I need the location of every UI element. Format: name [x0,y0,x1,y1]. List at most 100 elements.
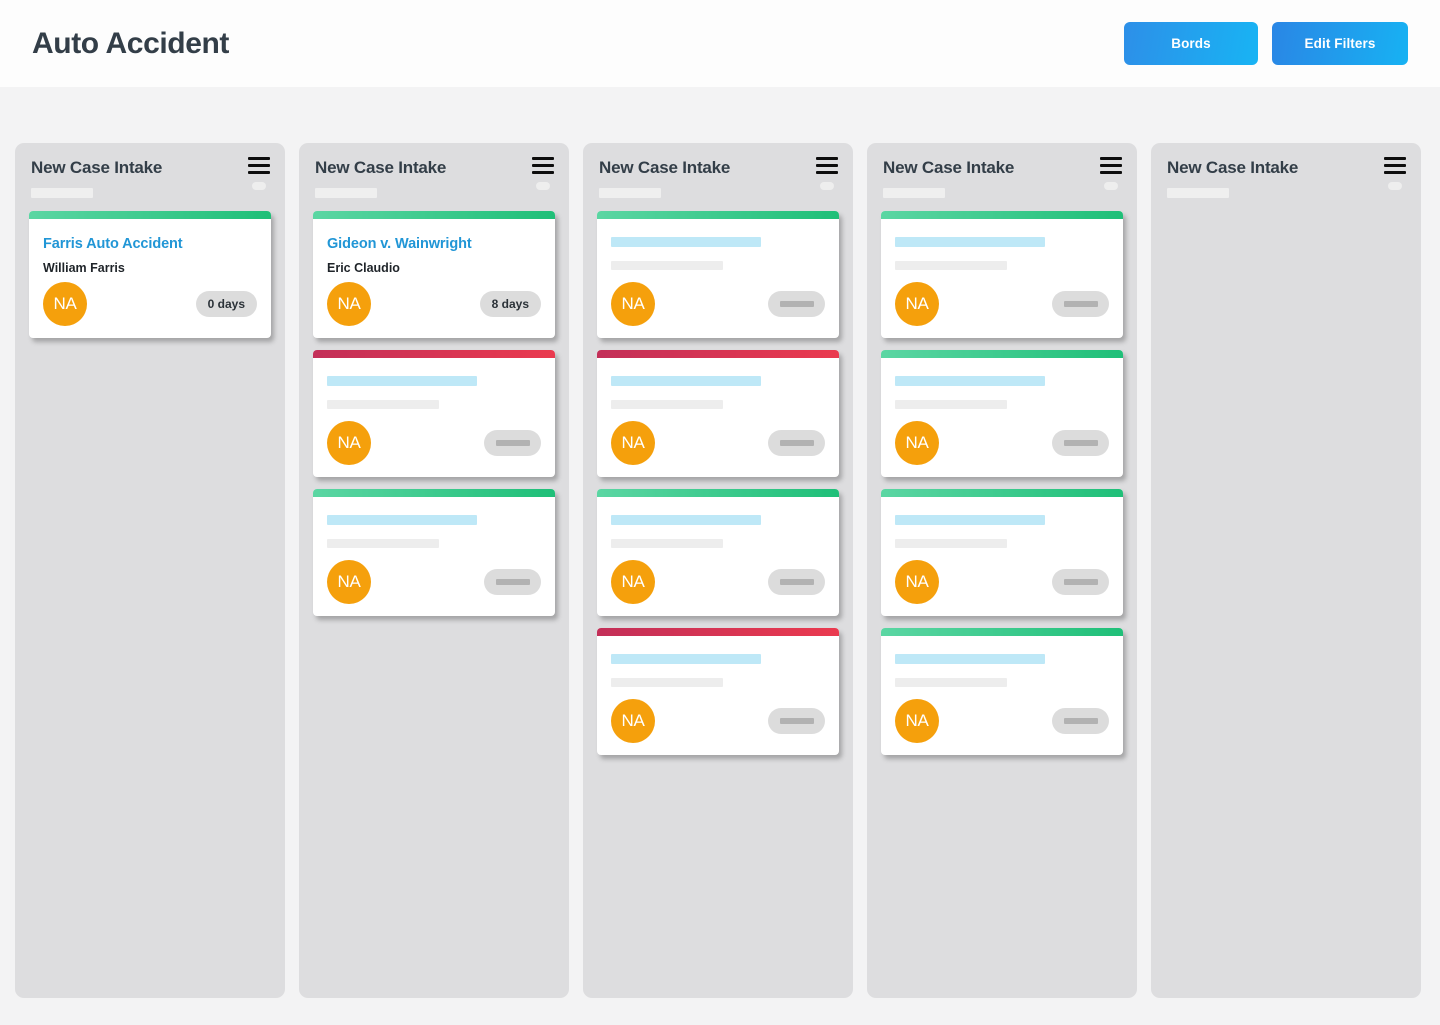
hamburger-bar [816,164,838,167]
hamburger-bar [248,157,270,160]
column-header: New Case Intake [15,143,285,211]
card-status-stripe [313,211,555,219]
card-days-placeholder-bar [780,301,814,307]
card-days-placeholder [768,708,825,734]
card-days-placeholder [1052,569,1109,595]
hamburger-menu-icon[interactable] [531,157,555,190]
hamburger-menu-icon[interactable] [1099,157,1123,190]
column-card-list: NA NA NA NA [867,211,1137,998]
column-title: New Case Intake [31,159,269,176]
avatar[interactable]: NA [611,421,655,465]
card-body: Gideon v. Wainwright Eric Claudio NA 8 days [313,219,555,338]
column-card-list: Gideon v. Wainwright Eric Claudio NA 8 days… [299,211,569,998]
case-card[interactable]: NA [881,489,1123,616]
avatar[interactable]: NA [327,421,371,465]
hamburger-bar [816,157,838,160]
avatar[interactable]: NA [611,282,655,326]
card-footer: NA0 days [43,282,257,326]
board-column: New Case IntakeNANANANA [583,143,853,998]
case-card[interactable]: NA [881,211,1123,338]
column-menu-pill [1388,182,1402,190]
card-days-placeholder-bar [1064,301,1098,307]
card-days-placeholder-bar [1064,440,1098,446]
case-card[interactable]: Gideon v. Wainwright Eric Claudio NA 8 days [313,211,555,338]
avatar[interactable]: NA [43,282,87,326]
column-subtitle-placeholder [883,188,945,198]
board-column: New Case Intake Farris Auto AccidentWilli… [15,143,285,998]
hamburger-bar [1100,164,1122,167]
card-days-placeholder [768,430,825,456]
card-body: NA [597,636,839,755]
case-card[interactable]: NA [597,628,839,755]
column-subtitle-placeholder [31,188,93,198]
column-title: New Case Intake [883,159,1121,176]
case-card[interactable]: NA [881,350,1123,477]
case-card[interactable]: Farris Auto AccidentWilliam FarrisNA0 da… [29,211,271,338]
card-footer: NA [611,699,825,743]
card-days-placeholder [1052,708,1109,734]
column-subtitle-placeholder [599,188,661,198]
column-menu-pill [252,182,266,190]
card-subtitle-placeholder [327,400,439,409]
card-days-placeholder-bar [780,440,814,446]
card-body: NA [597,497,839,616]
column-menu-pill [1104,182,1118,190]
column-menu-pill [820,182,834,190]
case-card[interactable]: NA [313,350,555,477]
edit-filters-button[interactable]: Edit Filters [1272,22,1408,65]
bords-button[interactable]: Bords [1124,22,1258,65]
avatar[interactable]: NA [895,560,939,604]
avatar[interactable]: NA [895,421,939,465]
card-case-title[interactable]: Farris Auto Accident [43,237,257,252]
card-status-stripe [313,350,555,358]
card-status-stripe [29,211,271,219]
case-card[interactable]: NA [597,489,839,616]
hamburger-bar [816,171,838,174]
card-status-stripe [313,489,555,497]
column-header: New Case Intake [1151,143,1421,211]
card-body: NA [597,358,839,477]
hamburger-bar [248,171,270,174]
case-card[interactable]: NA [597,211,839,338]
avatar[interactable]: NA [327,282,371,326]
card-footer: NA [895,282,1109,326]
card-title-placeholder [895,237,1045,247]
avatar[interactable]: NA [327,560,371,604]
app-header: Auto Accident Bords Edit Filters [0,0,1440,87]
avatar[interactable]: NA [611,699,655,743]
card-title-placeholder [895,515,1045,525]
card-subtitle-placeholder [327,539,439,548]
card-status-stripe [881,350,1123,358]
avatar[interactable]: NA [895,699,939,743]
avatar[interactable]: NA [895,282,939,326]
hamburger-menu-icon[interactable] [247,157,271,190]
hamburger-menu-icon[interactable] [815,157,839,190]
card-subtitle-placeholder [895,261,1007,270]
card-body: Farris Auto AccidentWilliam FarrisNA0 da… [29,219,271,338]
card-subtitle-placeholder [895,678,1007,687]
case-card[interactable]: NA [313,489,555,616]
card-title-placeholder [611,237,761,247]
board-column: New Case Intake NA NA NA NA [867,143,1137,998]
card-title-placeholder [611,376,761,386]
card-days-placeholder-bar [496,440,530,446]
card-case-title[interactable]: Gideon v. Wainwright [327,237,541,252]
card-subtitle-placeholder [611,261,723,270]
status-badge: 8 days [480,291,541,317]
column-title: New Case Intake [315,159,553,176]
column-subtitle-placeholder [315,188,377,198]
column-card-list [1151,211,1421,998]
hamburger-bar [1384,164,1406,167]
case-card[interactable]: NA [881,628,1123,755]
card-body: NA [881,219,1123,338]
card-client-name: Eric Claudio [327,262,541,275]
card-status-stripe [881,489,1123,497]
avatar[interactable]: NA [611,560,655,604]
hamburger-menu-icon[interactable] [1383,157,1407,190]
card-body: NA [881,636,1123,755]
card-subtitle-placeholder [611,678,723,687]
kanban-board: New Case Intake Farris Auto AccidentWilli… [0,87,1440,1025]
card-footer: NA [611,560,825,604]
case-card[interactable]: NA [597,350,839,477]
card-body: NA [597,219,839,338]
